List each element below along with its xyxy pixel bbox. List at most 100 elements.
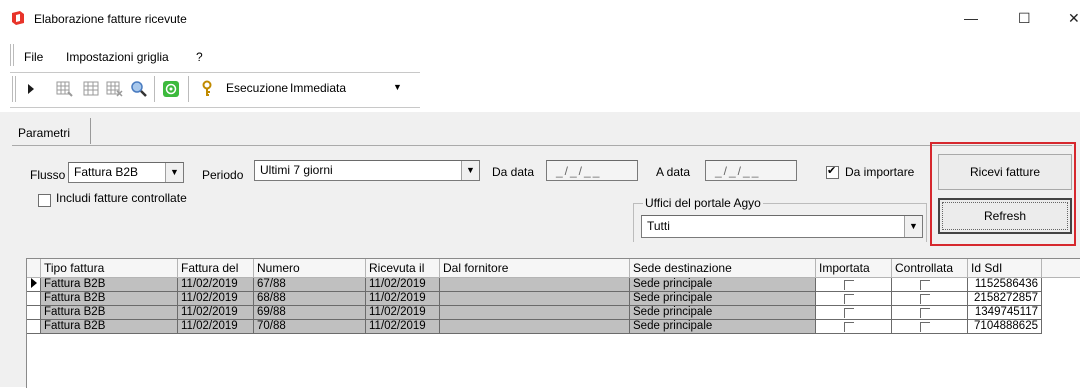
cell-importata[interactable] bbox=[816, 278, 892, 292]
cell-fattura-del-text: 11/02/2019 bbox=[181, 278, 238, 290]
uffici-dropdown[interactable] bbox=[641, 215, 923, 238]
column-header-ricevuta-il[interactable]: Ricevuta il bbox=[366, 259, 440, 278]
cell-id-sdi[interactable]: 7104888625 bbox=[968, 320, 1042, 334]
cell-controllata[interactable] bbox=[892, 306, 968, 320]
cell-sede-destinazione[interactable]: Sede principale bbox=[630, 320, 816, 334]
cell-ricevuta-il[interactable]: 11/02/2019 bbox=[366, 306, 440, 320]
importata-checkbox[interactable] bbox=[844, 280, 854, 290]
cell-id-sdi-text: 1349745117 bbox=[974, 306, 1038, 318]
grid-icon[interactable] bbox=[82, 80, 100, 98]
cell-tipo-fattura[interactable]: Fattura B2B bbox=[41, 320, 178, 334]
cell-sede-destinazione[interactable]: Sede principale bbox=[630, 292, 816, 306]
row-indicator[interactable] bbox=[27, 292, 41, 306]
cell-tipo-fattura-text: Fattura B2B bbox=[44, 306, 106, 318]
cell-dal-fornitore[interactable] bbox=[440, 278, 630, 292]
column-header-numero[interactable]: Numero bbox=[254, 259, 366, 278]
column-header-importata[interactable]: Importata bbox=[816, 259, 892, 278]
cell-controllata[interactable] bbox=[892, 320, 968, 334]
cell-sede-destinazione[interactable]: Sede principale bbox=[630, 306, 816, 320]
cell-importata[interactable] bbox=[816, 292, 892, 306]
cell-tipo-fattura-text: Fattura B2B bbox=[44, 278, 106, 290]
cell-tipo-fattura-text: Fattura B2B bbox=[44, 320, 106, 332]
grid-export-icon[interactable] bbox=[56, 80, 74, 98]
cell-numero[interactable]: 70/88 bbox=[254, 320, 366, 334]
minimize-button[interactable]: — bbox=[964, 10, 978, 26]
cell-tipo-fattura[interactable]: Fattura B2B bbox=[41, 306, 178, 320]
cell-numero[interactable]: 67/88 bbox=[254, 278, 366, 292]
controllata-checkbox[interactable] bbox=[920, 294, 930, 304]
cell-ricevuta-il[interactable]: 11/02/2019 bbox=[366, 292, 440, 306]
chevron-down-icon[interactable]: ▼ bbox=[461, 161, 479, 180]
cell-id-sdi[interactable]: 1349745117 bbox=[968, 306, 1042, 320]
toolbar-separator bbox=[188, 76, 189, 102]
menu-impostazioni-griglia[interactable]: Impostazioni griglia bbox=[66, 50, 169, 64]
chevron-down-icon[interactable]: ▼ bbox=[165, 163, 183, 182]
close-button[interactable]: ✕ bbox=[1068, 10, 1080, 27]
cell-ricevuta-il-text: 11/02/2019 bbox=[369, 278, 426, 290]
includi-controllate-label: Includi fatture controllate bbox=[56, 191, 187, 205]
column-header-id-sdi[interactable]: Id SdI bbox=[968, 259, 1042, 278]
grid-corner bbox=[27, 259, 41, 278]
cell-importata[interactable] bbox=[816, 306, 892, 320]
cell-dal-fornitore[interactable] bbox=[440, 320, 630, 334]
cell-numero[interactable]: 68/88 bbox=[254, 292, 366, 306]
play-icon[interactable] bbox=[26, 82, 44, 100]
cell-fattura-del[interactable]: 11/02/2019 bbox=[178, 278, 254, 292]
column-header-sede-destinazione[interactable]: Sede destinazione bbox=[630, 259, 816, 278]
cell-ricevuta-il-text: 11/02/2019 bbox=[369, 320, 426, 332]
ricevi-fatture-button[interactable]: Ricevi fatture bbox=[938, 154, 1072, 190]
importata-checkbox[interactable] bbox=[844, 294, 854, 304]
key-icon[interactable] bbox=[198, 80, 216, 98]
controllata-checkbox[interactable] bbox=[920, 322, 930, 332]
menu-file[interactable]: File bbox=[24, 50, 43, 64]
menu-help[interactable]: ? bbox=[196, 50, 203, 64]
cell-tipo-fattura[interactable]: Fattura B2B bbox=[41, 292, 178, 306]
cell-fattura-del[interactable]: 11/02/2019 bbox=[178, 292, 254, 306]
uffici-value: Tutti bbox=[647, 219, 670, 233]
esecuzione-value: Immediata bbox=[290, 81, 347, 95]
controllata-checkbox[interactable] bbox=[920, 308, 930, 318]
column-header-controllata[interactable]: Controllata bbox=[892, 259, 968, 278]
cell-ricevuta-il[interactable]: 11/02/2019 bbox=[366, 320, 440, 334]
cell-id-sdi[interactable]: 1152586436 bbox=[968, 278, 1042, 292]
flusso-label: Flusso bbox=[30, 168, 66, 182]
controllata-checkbox[interactable] bbox=[920, 280, 930, 290]
column-header-dal-fornitore[interactable]: Dal fornitore bbox=[440, 259, 630, 278]
row-indicator[interactable] bbox=[27, 278, 41, 292]
chevron-down-icon[interactable]: ▼ bbox=[904, 216, 922, 237]
column-header-fattura-del[interactable]: Fattura del bbox=[178, 259, 254, 278]
refresh-button[interactable]: Refresh bbox=[938, 198, 1072, 234]
cell-sede-destinazione[interactable]: Sede principale bbox=[630, 278, 816, 292]
chevron-down-icon[interactable]: ▼ bbox=[393, 82, 402, 92]
row-indicator[interactable] bbox=[27, 306, 41, 320]
maximize-button[interactable]: ☐ bbox=[1018, 10, 1031, 27]
cell-ricevuta-il[interactable]: 11/02/2019 bbox=[366, 278, 440, 292]
grid-import-icon[interactable] bbox=[106, 80, 124, 98]
column-header-tipo-fattura[interactable]: Tipo fattura bbox=[41, 259, 178, 278]
cell-tipo-fattura[interactable]: Fattura B2B bbox=[41, 278, 178, 292]
cell-controllata[interactable] bbox=[892, 278, 968, 292]
cell-numero-text: 67/88 bbox=[257, 278, 286, 290]
a-data-label: A data bbox=[656, 165, 691, 179]
cell-sede-destinazione-text: Sede principale bbox=[633, 292, 713, 304]
cell-numero-text: 69/88 bbox=[257, 306, 286, 318]
cell-fattura-del[interactable]: 11/02/2019 bbox=[178, 320, 254, 334]
cell-numero[interactable]: 69/88 bbox=[254, 306, 366, 320]
cell-fattura-del[interactable]: 11/02/2019 bbox=[178, 306, 254, 320]
cell-ricevuta-il-text: 11/02/2019 bbox=[369, 306, 426, 318]
cell-id-sdi[interactable]: 2158272857 bbox=[968, 292, 1042, 306]
cell-dal-fornitore[interactable] bbox=[440, 292, 630, 306]
toolbar-grip bbox=[12, 76, 16, 102]
cell-importata[interactable] bbox=[816, 320, 892, 334]
da-data-mask: _/_/__ bbox=[556, 164, 602, 178]
magnifier-icon[interactable] bbox=[130, 80, 148, 98]
whatsapp-icon[interactable] bbox=[162, 80, 180, 98]
cell-numero-text: 68/88 bbox=[257, 292, 286, 304]
importata-checkbox[interactable] bbox=[844, 322, 854, 332]
cell-dal-fornitore[interactable] bbox=[440, 306, 630, 320]
cell-controllata[interactable] bbox=[892, 292, 968, 306]
includi-controllate-checkbox[interactable] bbox=[38, 194, 51, 207]
periodo-value: Ultimi 7 giorni bbox=[260, 163, 333, 177]
importata-checkbox[interactable] bbox=[844, 308, 854, 318]
row-indicator[interactable] bbox=[27, 320, 41, 334]
